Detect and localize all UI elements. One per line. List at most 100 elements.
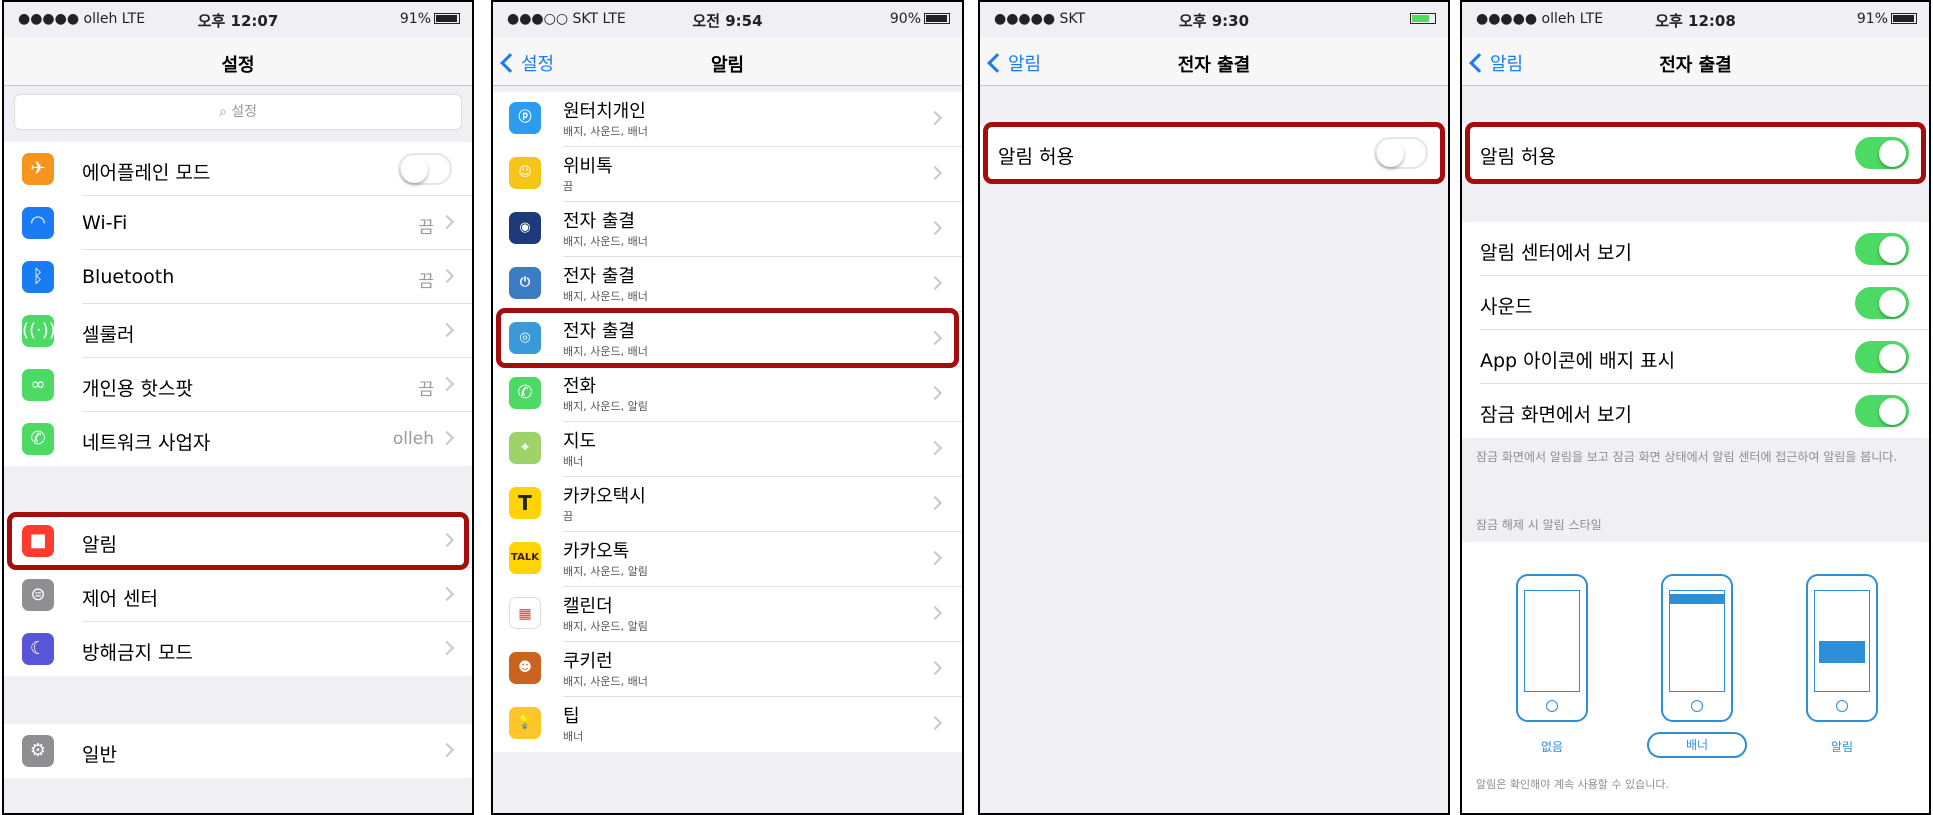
app-row[interactable]: T 카카오택시 끔: [493, 477, 962, 532]
style-none-option[interactable]: [1516, 574, 1588, 722]
app-row[interactable]: TALK 카카오톡 배지, 사운드, 알림: [493, 532, 962, 587]
chevron-right-icon: [927, 495, 943, 511]
app-row[interactable]: ✆ 전화 배지, 사운드, 알림: [493, 367, 962, 422]
cellular-icon: ((·)): [22, 315, 56, 347]
battery-icon: [1891, 13, 1917, 24]
app-notification-on-screen: ●●●●● olleh LTE 오후 12:08 91% 알림 전자 출결 알림…: [1460, 0, 1931, 815]
chevron-right-icon: [927, 660, 943, 676]
style-alert-label[interactable]: 알림: [1792, 738, 1892, 755]
row-label: 사운드: [1480, 296, 1533, 318]
calendar-icon: ▦: [509, 597, 541, 629]
chevron-right-icon: [439, 214, 455, 230]
app-row[interactable]: 💡 팁 배너: [493, 697, 962, 752]
cookierun-icon: ☻: [509, 652, 541, 684]
lock-screen-toggle[interactable]: [1855, 395, 1909, 427]
maps-icon: ⌖: [509, 432, 541, 464]
row-cellular[interactable]: ((·)) 셀룰러: [4, 304, 472, 358]
highlight-box: [1465, 122, 1926, 184]
chevron-right-icon: [927, 550, 943, 566]
search-input[interactable]: ⌕ 설정: [14, 94, 462, 130]
row-badge-app-icon[interactable]: App 아이콘에 배지 표시: [1462, 330, 1929, 384]
row-label: 알림 센터에서 보기: [1480, 242, 1632, 264]
chevron-right-icon: [927, 110, 943, 126]
chevron-right-icon: [439, 322, 455, 338]
row-value: 끔: [418, 272, 434, 292]
page-title: 전자 출결: [1659, 55, 1732, 76]
nav-bar: 설정: [4, 38, 472, 86]
chevron-right-icon: [927, 165, 943, 181]
chevron-right-icon: [927, 605, 943, 621]
phone-icon: ✆: [509, 377, 541, 409]
badge-toggle[interactable]: [1855, 341, 1909, 373]
highlight-box: [496, 308, 959, 368]
control-center-icon: ⊜: [22, 579, 54, 611]
app-row[interactable]: ☻ 쿠키런 배지, 사운드, 배너: [493, 642, 962, 697]
page-title: 알림: [710, 55, 745, 76]
battery-icon: [924, 13, 950, 24]
row-label: 개인용 핫스팟: [82, 378, 193, 400]
battery-indicator: 90%: [890, 11, 950, 27]
row-airplane-mode[interactable]: ✈ 에어플레인 모드: [4, 142, 472, 196]
chevron-right-icon: [927, 440, 943, 456]
app-row[interactable]: ⌖ 지도 배너: [493, 422, 962, 477]
row-wifi[interactable]: ◠ Wi-Fi 끔: [4, 196, 472, 250]
moon-icon: ☾: [22, 633, 54, 665]
style-banner-label[interactable]: 배너: [1647, 732, 1747, 758]
status-bar: ●●●○○ SKT LTE 오전 9:54 90%: [493, 2, 962, 38]
battery-indicator: 91%: [400, 11, 460, 27]
row-carrier[interactable]: ✆ 네트워크 사업자 olleh: [4, 412, 472, 466]
row-value: 끔: [418, 380, 434, 400]
chevron-right-icon: [927, 715, 943, 731]
chevron-right-icon: [439, 586, 455, 602]
notification-center-toggle[interactable]: [1855, 233, 1909, 265]
airplane-toggle[interactable]: [398, 153, 452, 185]
row-label: Bluetooth: [82, 266, 175, 288]
row-label: 제어 센터: [82, 588, 158, 610]
settings-screen: ●●●●● olleh LTE 오후 12:07 91% 설정 ⌕ 설정 ✈ 에…: [2, 0, 474, 815]
chevron-right-icon: [927, 385, 943, 401]
row-show-on-lock-screen[interactable]: 잠금 화면에서 보기: [1462, 384, 1929, 438]
row-do-not-disturb[interactable]: ☾ 방해금지 모드: [4, 622, 472, 676]
row-hotspot[interactable]: ∞ 개인용 핫스팟 끔: [4, 358, 472, 412]
row-show-in-notification-center[interactable]: 알림 센터에서 보기: [1462, 222, 1929, 276]
kakaotalk-icon: TALK: [509, 542, 541, 574]
battery-indicator: [1407, 11, 1436, 27]
alert-style-header: 잠금 해제 시 알림 스타일: [1476, 518, 1602, 532]
row-general[interactable]: ⚙ 일반: [4, 724, 472, 778]
row-bluetooth[interactable]: ᛒ Bluetooth 끔: [4, 250, 472, 304]
phone-icon: ✆: [22, 423, 54, 455]
row-sound[interactable]: 사운드: [1462, 276, 1929, 330]
status-bar: ●●●●● olleh LTE 오후 12:08 91%: [1462, 2, 1929, 38]
wifi-icon: ◠: [22, 207, 54, 239]
row-label: 방해금지 모드: [82, 642, 193, 664]
style-alert-option[interactable]: [1806, 574, 1878, 722]
page-title: 전자 출결: [1177, 55, 1251, 76]
nav-bar: 알림 전자 출결: [1462, 38, 1929, 86]
row-label: 잠금 화면에서 보기: [1480, 404, 1632, 426]
style-none-label[interactable]: 없음: [1502, 738, 1602, 755]
page-title: 설정: [221, 55, 255, 76]
sound-toggle[interactable]: [1855, 287, 1909, 319]
lock-screen-footer: 잠금 화면에서 알림을 보고 잠금 화면 상태에서 알림 센터에 접근하여 알림…: [1476, 450, 1898, 464]
kakaotaxi-icon: T: [509, 487, 541, 519]
app-row[interactable]: ☺ 위비톡 끔: [493, 147, 962, 202]
row-label: 에어플레인 모드: [82, 162, 211, 184]
battery-indicator: 91%: [1857, 11, 1917, 27]
style-banner-option[interactable]: [1661, 574, 1733, 722]
hotspot-icon: ∞: [22, 369, 54, 401]
chevron-right-icon: [439, 268, 455, 284]
wibitalk-app-icon: ☺: [509, 157, 541, 189]
status-bar: ●●●●● olleh LTE 오후 12:07 91%: [4, 2, 472, 38]
chevron-right-icon: [439, 430, 455, 446]
row-control-center[interactable]: ⊜ 제어 센터: [4, 568, 472, 622]
battery-icon: [1410, 13, 1436, 24]
row-value: olleh: [392, 429, 434, 449]
app-row[interactable]: ⏻ 전자 출결 배지, 사운드, 배너: [493, 257, 962, 312]
highlight-box: [983, 122, 1445, 184]
tips-icon: 💡: [509, 707, 541, 739]
app-row[interactable]: ▦ 캘린더 배지, 사운드, 알림: [493, 587, 962, 642]
nav-bar: 알림 전자 출결: [980, 38, 1448, 86]
nav-bar: 설정 알림: [493, 38, 962, 86]
app-row[interactable]: ◉ 전자 출결 배지, 사운드, 배너: [493, 202, 962, 257]
app-row[interactable]: ⓟ 원터치개인 배지, 사운드, 배너: [493, 92, 962, 147]
